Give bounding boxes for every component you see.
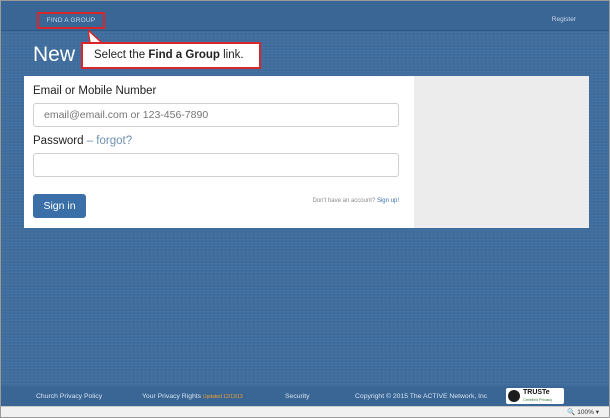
truste-title: TRUSTe	[523, 389, 550, 396]
privacy-rights-label: Your Privacy Rights	[142, 393, 202, 400]
instruction-callout: Select the Find a Group link.	[81, 42, 261, 69]
zoom-control[interactable]: 🔍 100% ▾	[567, 408, 599, 416]
privacy-rights-link[interactable]: Your Privacy Rights Updated 12/13/13	[142, 393, 243, 400]
callout-prefix: Select the	[94, 49, 149, 61]
email-label: Email or Mobile Number	[33, 85, 157, 97]
browser-status-bar: 🔍 100% ▾	[1, 406, 609, 417]
zoom-level: 100%	[577, 409, 594, 416]
register-link[interactable]: Register	[552, 16, 576, 23]
truste-badge[interactable]: TRUSTe Certified Privacy	[506, 388, 564, 404]
forgot-password-link[interactable]: – forgot?	[84, 135, 132, 147]
updated-badge: Updated 12/13/13	[202, 394, 243, 400]
callout-suffix: link.	[219, 49, 244, 61]
side-panel	[414, 76, 589, 228]
truste-subtitle: Certified Privacy	[523, 397, 553, 402]
no-account-text: Don't have an account?	[312, 198, 377, 204]
signup-note: Don't have an account? Sign up!	[312, 198, 399, 204]
browser-viewport: FIND A GROUP Register New L Select the F…	[0, 0, 610, 418]
password-label: Password	[33, 135, 84, 147]
callout-bold-text: Find a Group	[148, 49, 220, 61]
password-label-row: Password – forgot?	[33, 135, 132, 147]
copyright-text: Copyright © 2015 The ACTIVE Network, Inc	[355, 393, 488, 400]
zoom-icon: 🔍	[567, 409, 576, 416]
email-field[interactable]	[33, 103, 399, 127]
sign-in-button[interactable]: Sign in	[33, 194, 86, 218]
sign-up-link[interactable]: Sign up!	[377, 198, 399, 204]
login-panel: Email or Mobile Number Password – forgot…	[24, 76, 414, 228]
truste-logo-icon	[508, 390, 520, 402]
church-privacy-policy-link[interactable]: Church Privacy Policy	[36, 393, 102, 400]
password-field[interactable]	[33, 153, 399, 177]
zoom-dropdown-icon[interactable]: ▾	[596, 409, 599, 416]
footer-bar: Church Privacy Policy Your Privacy Right…	[1, 386, 609, 406]
find-a-group-link[interactable]: FIND A GROUP	[37, 12, 105, 29]
page-title: New L	[33, 43, 83, 66]
security-link[interactable]: Security	[285, 393, 310, 400]
top-navbar: FIND A GROUP Register	[1, 1, 609, 31]
